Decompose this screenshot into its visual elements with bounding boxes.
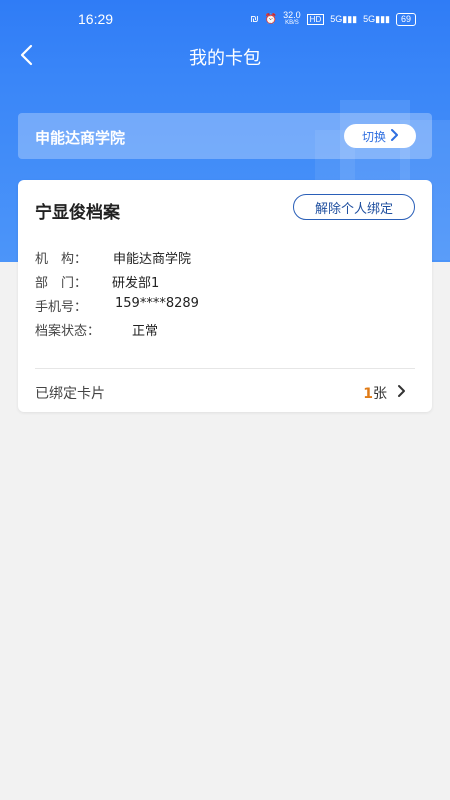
info-label: 手机号： [35, 300, 88, 315]
info-row-status: 档案状态： 正常 [35, 320, 158, 339]
unbind-button[interactable]: 解除个人绑定 [293, 194, 415, 220]
switch-label: 切换 [361, 129, 386, 144]
status-bar: 16:29 ₪ ⏰ 32.0 KB/S HD 5G▮▮▮ 5G▮▮▮ 69 [0, 0, 450, 38]
battery-icon: 69 [395, 12, 416, 26]
bound-count: 1张 [363, 386, 387, 402]
net-speed: 32.0 KB/S [283, 10, 301, 27]
status-icons: ₪ ⏰ 32.0 KB/S HD 5G▮▮▮ 5G▮▮▮ 69 [250, 11, 416, 27]
org-switch-bar: 申能达商学院 切换 [18, 113, 432, 159]
bound-cards-link[interactable]: 1张 [363, 383, 406, 403]
info-row-phone: 手机号： 159****8289 [35, 296, 199, 315]
profile-card: 宁显俊档案 解除个人绑定 机 构： 申能达商学院 部 门： 研发部1 手机号： … [18, 180, 432, 412]
info-value: 159****8289 [115, 296, 199, 311]
info-label: 部 门： [35, 276, 88, 291]
chevron-right-icon [390, 128, 398, 144]
alarm-icon: ⏰ [264, 13, 278, 25]
info-value: 申能达商学院 [113, 252, 192, 267]
signal-icon: 5G▮▮▮ [363, 13, 390, 24]
org-name: 申能达商学院 [35, 129, 126, 147]
profile-name: 宁显俊档案 [35, 203, 120, 223]
page-title: 我的卡包 [189, 48, 261, 69]
info-row-org: 机 构： 申能达商学院 [35, 248, 191, 267]
status-time: 16:29 [78, 11, 114, 27]
nav-bar: 我的卡包 [0, 38, 450, 74]
nfc-icon: ₪ [250, 13, 259, 25]
info-value: 正常 [132, 324, 159, 339]
bound-cards-label[interactable]: 已绑定卡片 [35, 383, 105, 403]
signal-icon: 5G▮▮▮ [330, 13, 358, 24]
chevron-right-icon [397, 384, 406, 402]
info-label: 机 构： [35, 252, 88, 267]
switch-button[interactable]: 切换 [344, 124, 416, 148]
info-row-dept: 部 门： 研发部1 [35, 272, 159, 291]
hd-icon: HD [306, 13, 325, 25]
info-value: 研发部1 [112, 276, 160, 291]
divider [35, 368, 415, 369]
info-label: 档案状态： [35, 324, 101, 339]
